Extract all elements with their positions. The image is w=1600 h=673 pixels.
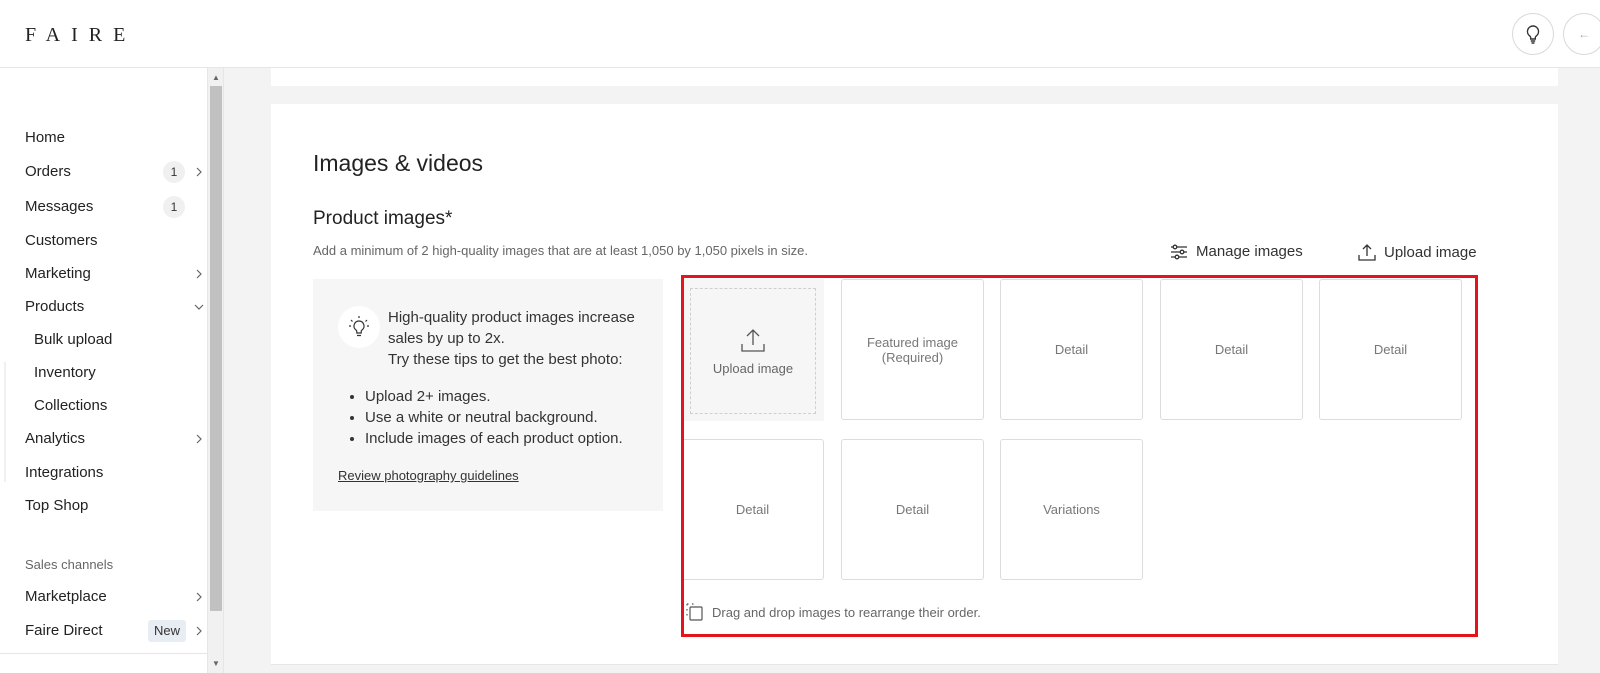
list-item: Include images of each product option. <box>365 428 623 449</box>
sidebar-item-label: Home <box>25 129 66 146</box>
chevron-right-icon <box>189 621 209 641</box>
sidebar-item-inventory[interactable]: Inventory <box>34 363 214 383</box>
lightbulb-icon <box>1526 25 1540 44</box>
manage-images-button[interactable]: Manage images <box>1170 243 1303 260</box>
lightbulb-icon <box>338 306 380 348</box>
new-badge: New <box>148 620 187 642</box>
chevron-right-icon <box>189 429 209 449</box>
section-title: Images & videos <box>313 150 484 176</box>
sidebar-item-bulk-upload[interactable]: Bulk upload <box>34 330 214 350</box>
tips-list: Upload 2+ images. Use a white or neutral… <box>365 386 623 449</box>
photography-guidelines-link[interactable]: Review photography guidelines <box>338 468 519 483</box>
chevron-right-icon <box>189 587 209 607</box>
tips-button[interactable] <box>1512 13 1554 55</box>
sidebar-item-label: Products <box>25 298 85 315</box>
messages-count-badge: 1 <box>163 196 185 218</box>
sales-channels-heading: Sales channels <box>25 557 114 572</box>
sidebar-item-label: Bulk upload <box>34 331 113 348</box>
sidebar-item-customers[interactable]: Customers <box>25 231 205 251</box>
scroll-down-arrow-icon[interactable]: ▼ <box>211 658 221 668</box>
list-item: Upload 2+ images. <box>365 386 623 407</box>
sidebar-item-label: Orders <box>25 163 71 180</box>
sidebar-item-label: Analytics <box>25 430 86 447</box>
photo-tips-panel: High-quality product images increase sal… <box>313 279 663 511</box>
sidebar-scrollbar[interactable]: ▲ ▼ <box>207 68 224 673</box>
upload-icon <box>1358 244 1376 261</box>
sidebar-item-label: Marketplace <box>25 588 107 605</box>
scroll-thumb[interactable] <box>210 86 222 611</box>
chevron-right-icon <box>189 264 209 284</box>
sidebar-item-integrations[interactable]: Integrations <box>25 463 205 483</box>
scroll-up-arrow-icon[interactable]: ▲ <box>211 72 221 82</box>
sidebar-item-home[interactable]: Home <box>25 128 205 148</box>
top-bar: FAIRE ← <box>0 0 1600 68</box>
sidebar-item-label: Faire Direct <box>25 622 103 639</box>
back-button[interactable]: ← <box>1563 13 1600 55</box>
sidebar-item-label: Integrations <box>25 464 104 481</box>
chevron-down-icon <box>189 297 209 317</box>
sidebar-item-label: Inventory <box>34 364 96 381</box>
manage-images-label: Manage images <box>1196 243 1303 260</box>
list-item: Use a white or neutral background. <box>365 407 623 428</box>
sidebar-item-label: Customers <box>25 232 98 249</box>
sidebar-item-orders[interactable]: Orders 1 <box>25 161 205 183</box>
tips-line-1: High-quality product images increase sal… <box>388 309 635 347</box>
image-requirements-hint: Add a minimum of 2 high-quality images t… <box>313 243 808 258</box>
image-grid-highlight <box>681 275 1478 637</box>
sliders-icon <box>1171 244 1187 259</box>
sidebar: Home Orders 1 Messages 1 Customers Marke… <box>0 68 207 673</box>
sidebar-item-label: Marketing <box>25 265 91 282</box>
orders-count-badge: 1 <box>163 161 185 183</box>
card-divider <box>271 664 1558 665</box>
sidebar-item-marketing[interactable]: Marketing <box>25 264 205 284</box>
product-images-heading: Product images* <box>313 208 453 229</box>
chevron-right-icon <box>189 162 209 182</box>
sidebar-divider <box>0 653 207 654</box>
sidebar-item-messages[interactable]: Messages 1 <box>25 196 205 218</box>
sidebar-item-label: Messages <box>25 198 94 215</box>
sidebar-item-marketplace[interactable]: Marketplace <box>25 587 205 607</box>
sidebar-item-collections[interactable]: Collections <box>34 396 214 416</box>
sidebar-item-products[interactable]: Products <box>25 297 205 317</box>
upload-image-label: Upload image <box>1384 243 1477 261</box>
upload-image-button[interactable]: Upload image <box>1358 243 1477 261</box>
products-group-marker <box>4 362 6 482</box>
sidebar-item-analytics[interactable]: Analytics <box>25 429 205 449</box>
previous-card <box>271 68 1558 86</box>
sidebar-item-top-shop[interactable]: Top Shop <box>25 496 205 516</box>
sidebar-item-label: Top Shop <box>25 497 89 514</box>
sidebar-item-label: Collections <box>34 397 108 414</box>
arrow-left-icon: ← <box>1578 27 1590 41</box>
faire-logo[interactable]: FAIRE <box>25 24 136 47</box>
sidebar-item-faire-direct[interactable]: Faire Direct New <box>25 620 205 642</box>
tips-line-2: Try these tips to get the best photo: <box>388 351 623 368</box>
tips-intro: High-quality product images increase sal… <box>388 307 658 370</box>
